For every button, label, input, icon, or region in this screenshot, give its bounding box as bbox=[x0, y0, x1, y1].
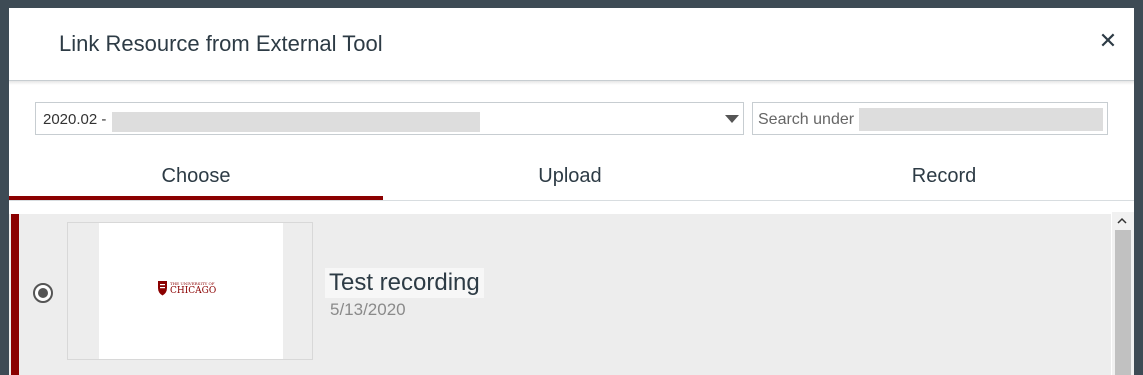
chevron-up-icon[interactable] bbox=[1117, 216, 1127, 226]
radio-dot bbox=[38, 288, 48, 298]
folder-select[interactable]: 2020.02 - bbox=[35, 102, 744, 135]
tab-upload[interactable]: Upload bbox=[383, 158, 757, 200]
university-logo: THE UNIVERSITY OF CHICAGO bbox=[158, 281, 216, 296]
svg-text:CHICAGO: CHICAGO bbox=[170, 286, 216, 296]
list-item[interactable]: THE UNIVERSITY OF CHICAGO Test recording… bbox=[9, 214, 1111, 375]
redacted-folder-name bbox=[112, 112, 480, 132]
item-title[interactable]: Test recording bbox=[325, 268, 484, 298]
chevron-down-icon[interactable] bbox=[725, 115, 739, 123]
link-resource-dialog: Link Resource from External Tool ✕ 2020.… bbox=[9, 8, 1134, 375]
scrollbar-thumb[interactable] bbox=[1115, 230, 1131, 375]
redacted-search-scope bbox=[859, 108, 1103, 131]
item-date: 5/13/2020 bbox=[330, 300, 406, 319]
thumbnail: THE UNIVERSITY OF CHICAGO bbox=[67, 222, 313, 360]
dialog-header: Link Resource from External Tool ✕ bbox=[9, 8, 1134, 81]
tab-bar: Choose Upload Record bbox=[9, 158, 1134, 201]
search-label: Search under bbox=[758, 111, 855, 128]
thumbnail-image: THE UNIVERSITY OF CHICAGO bbox=[99, 223, 283, 359]
select-radio[interactable] bbox=[33, 283, 53, 303]
selected-indicator bbox=[11, 214, 19, 375]
tab-record[interactable]: Record bbox=[757, 158, 1131, 200]
dialog-title: Link Resource from External Tool bbox=[59, 31, 383, 56]
media-list: THE UNIVERSITY OF CHICAGO Test recording… bbox=[9, 212, 1134, 375]
search-input[interactable]: Search under bbox=[752, 102, 1108, 135]
vertical-scrollbar[interactable] bbox=[1112, 212, 1134, 375]
close-icon[interactable]: ✕ bbox=[1096, 30, 1120, 54]
header-divider bbox=[9, 81, 1134, 85]
folder-select-value: 2020.02 - bbox=[43, 111, 107, 128]
tab-choose[interactable]: Choose bbox=[9, 158, 383, 200]
